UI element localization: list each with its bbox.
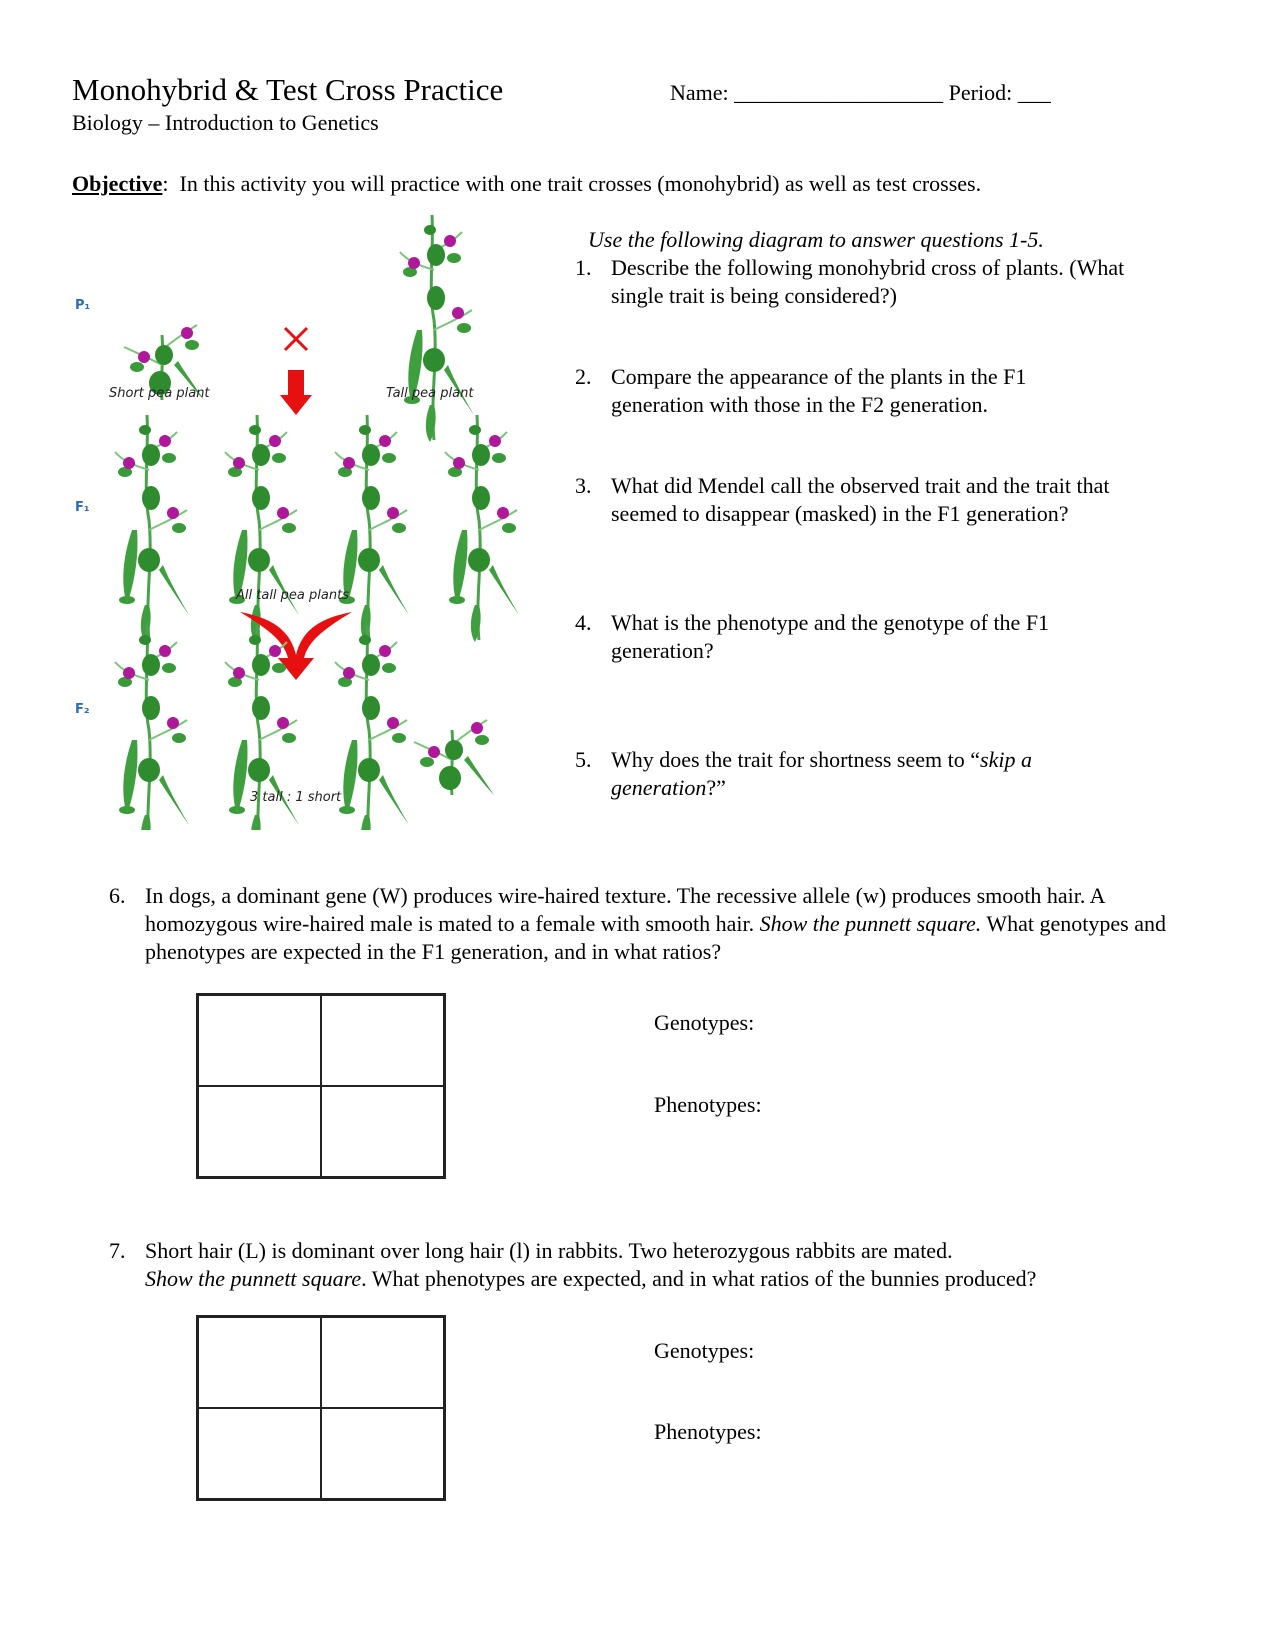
question-number: 1. — [575, 255, 592, 280]
question-text: What is the phenotype and the genotype o… — [611, 610, 1050, 663]
problem-number: 6. — [109, 883, 126, 908]
f1-plant — [113, 413, 191, 644]
page-title: Monohybrid & Test Cross Practice — [72, 72, 504, 107]
gen-label-f1: F₁ — [75, 500, 90, 515]
name-label: Name: — [670, 80, 729, 105]
punnett-cell[interactable] — [321, 1086, 444, 1177]
problem-text-part: Short hair (L) is dominant over long hai… — [145, 1238, 953, 1263]
question-2: 2. Compare the appearance of the plants … — [575, 363, 1095, 419]
down-arrow-icon — [280, 370, 312, 415]
genotypes-label-6: Genotypes: — [654, 1010, 755, 1035]
name-blank[interactable]: ___________________ — [734, 80, 943, 105]
punnett-square-6[interactable] — [196, 993, 446, 1179]
question-text-part: ?” — [706, 775, 726, 800]
page-subtitle: Biology – Introduction to Genetics — [72, 110, 379, 135]
questions-intro: Use the following diagram to answer ques… — [588, 227, 1044, 252]
punnett-cell[interactable] — [198, 995, 321, 1086]
question-text-part: Why does the trait for shortness seem to… — [611, 747, 981, 772]
gen-label-f2: F₂ — [75, 702, 90, 717]
problem-text: Short hair (L) is dominant over long hai… — [145, 1237, 1169, 1293]
question-3: 3. What did Mendel call the observed tra… — [575, 472, 1175, 528]
genotypes-label-7: Genotypes: — [654, 1338, 755, 1363]
punnett-cell[interactable] — [198, 1408, 321, 1499]
f2-tall-plant — [333, 623, 411, 854]
problem-text-part: . What phenotypes are expected, and in w… — [361, 1266, 1037, 1291]
question-number: 5. — [575, 747, 592, 772]
f1-plant — [333, 413, 411, 644]
tall-pea-plant — [398, 213, 476, 444]
problem-text: In dogs, a dominant gene (W) produces wi… — [145, 882, 1169, 966]
question-text: Why does the trait for shortness seem to… — [611, 746, 1095, 802]
pea-cross-diagram: P₁ F₁ F₂ Short pea plant Tall pea plant … — [72, 210, 542, 854]
punnett-cell[interactable] — [198, 1086, 321, 1177]
problem-text-italic: Show the punnett square. — [759, 911, 982, 936]
f2-caption: 3 tall : 1 short — [250, 790, 342, 805]
f1-plant — [223, 413, 301, 644]
problem-text-italic: Show the punnett square — [145, 1266, 362, 1291]
problem-6: 6. In dogs, a dominant gene (W) produces… — [109, 882, 1169, 966]
f1-plant — [443, 413, 521, 644]
f2-short-plant — [412, 718, 496, 797]
question-text: What did Mendel call the observed trait … — [611, 473, 1110, 526]
punnett-square-7[interactable] — [196, 1315, 446, 1501]
question-text: Describe the following monohybrid cross … — [611, 255, 1125, 308]
name-period-line: Name: ___________________ Period: ___ — [670, 80, 1051, 106]
period-label: Period: — [948, 80, 1013, 105]
objective: Objective: In this activity you will pra… — [72, 171, 981, 197]
phenotypes-label-7: Phenotypes: — [654, 1419, 762, 1444]
question-number: 4. — [575, 610, 592, 635]
period-blank[interactable]: ___ — [1018, 80, 1051, 105]
question-5: 5. Why does the trait for shortness seem… — [575, 746, 1095, 802]
gen-label-p1: P₁ — [75, 298, 91, 313]
punnett-cell[interactable] — [321, 995, 444, 1086]
question-number: 2. — [575, 364, 592, 389]
problem-number: 7. — [109, 1238, 126, 1263]
f2-tall-plant — [113, 623, 191, 854]
question-1: 1. Describe the following monohybrid cro… — [575, 254, 1135, 310]
punnett-cell[interactable] — [321, 1408, 444, 1499]
question-number: 3. — [575, 473, 592, 498]
cross-icon — [283, 326, 309, 352]
question-4: 4. What is the phenotype and the genotyp… — [575, 609, 1095, 665]
tall-plant-label: Tall pea plant — [386, 386, 474, 401]
punnett-cell[interactable] — [198, 1317, 321, 1408]
question-text: Compare the appearance of the plants in … — [611, 364, 1027, 417]
objective-text: : In this activity you will practice wit… — [162, 171, 982, 196]
punnett-cell[interactable] — [321, 1317, 444, 1408]
short-plant-label: Short pea plant — [109, 386, 210, 401]
phenotypes-label-6: Phenotypes: — [654, 1092, 762, 1117]
f1-caption: All tall pea plants — [236, 588, 349, 603]
problem-7: 7. Short hair (L) is dominant over long … — [109, 1237, 1169, 1293]
diagram-illustration — [113, 213, 521, 854]
objective-label: Objective — [72, 171, 163, 196]
